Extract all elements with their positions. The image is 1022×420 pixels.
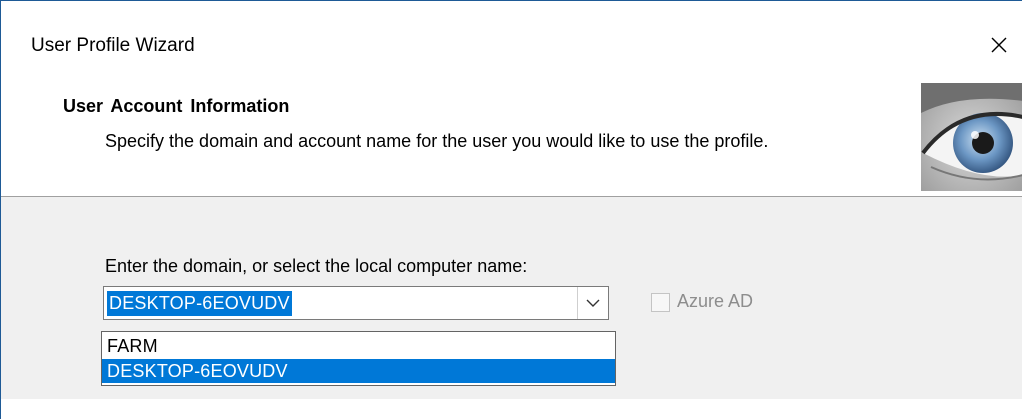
- domain-dropdown-list: FARM DESKTOP-6EOVUDV: [101, 331, 616, 386]
- window-bottom-edge: [1, 399, 1022, 420]
- wizard-header: User Account Information Specify the dom…: [1, 77, 1022, 197]
- dropdown-option-farm[interactable]: FARM: [102, 334, 615, 358]
- combobox-dropdown-button[interactable]: [577, 287, 608, 319]
- eye-icon: [921, 83, 1022, 191]
- dropdown-option-desktop[interactable]: DESKTOP-6EOVUDV: [102, 359, 615, 383]
- close-button[interactable]: [976, 25, 1022, 65]
- chevron-down-icon: [586, 299, 600, 307]
- page-title: User Account Information: [63, 96, 290, 116]
- page-subtitle: Specify the domain and account name for …: [105, 131, 769, 151]
- domain-combobox-value[interactable]: DESKTOP-6EOVUDV: [107, 291, 292, 316]
- domain-combobox[interactable]: DESKTOP-6EOVUDV: [103, 286, 609, 320]
- azure-ad-checkbox[interactable]: [651, 293, 670, 312]
- domain-label: Enter the domain, or select the local co…: [105, 256, 528, 276]
- wizard-window: User Profile Wizard User Account Informa…: [0, 0, 1022, 420]
- close-icon: [991, 37, 1007, 53]
- title-bar: User Profile Wizard: [1, 1, 1022, 76]
- window-title: User Profile Wizard: [31, 35, 195, 56]
- azure-ad-label: Azure AD: [677, 291, 754, 311]
